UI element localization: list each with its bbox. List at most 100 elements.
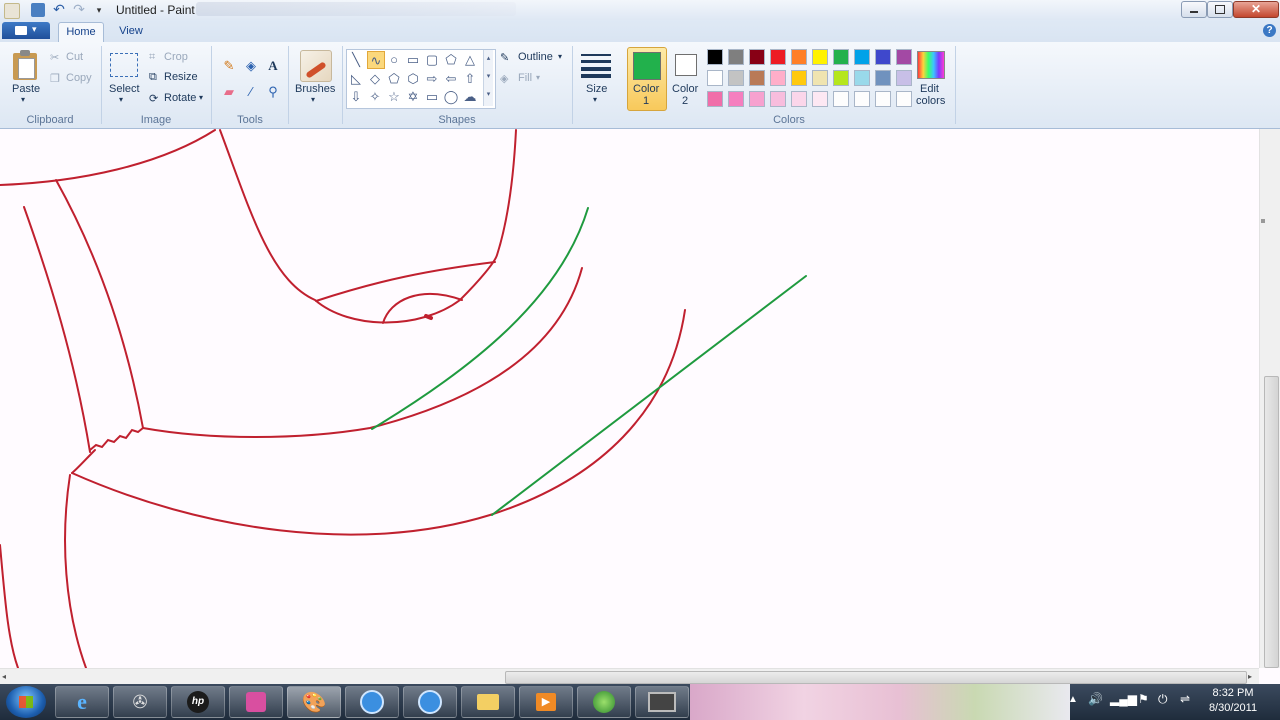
network-icon[interactable]: ▂▄▆: [1110, 692, 1137, 706]
paint-menu-button[interactable]: ▾: [2, 22, 50, 39]
palette-swatch[interactable]: [812, 91, 828, 107]
five-point-star-shape-icon[interactable]: ☆: [386, 88, 402, 104]
paste-button[interactable]: Paste: [12, 83, 40, 95]
left-arrow-shape-icon[interactable]: ⇦: [443, 70, 459, 86]
horizontal-scrollbar[interactable]: ◂ ▸: [0, 668, 1259, 685]
up-arrow-shape-icon[interactable]: ⇧: [462, 70, 478, 86]
palette-swatch[interactable]: [896, 70, 912, 86]
taskbar-explorer[interactable]: [461, 686, 515, 718]
start-orb[interactable]: [6, 686, 46, 718]
brushes-button[interactable]: Brushes: [295, 83, 335, 95]
palette-swatch[interactable]: [812, 49, 828, 65]
magnifier-icon[interactable]: ⚲: [264, 82, 282, 100]
rectangle-shape-icon[interactable]: ▭: [405, 51, 421, 67]
taskbar-onenote[interactable]: [229, 686, 283, 718]
color-picker-icon[interactable]: ⁄: [242, 82, 260, 100]
taskbar-app-blue-1[interactable]: [345, 686, 399, 718]
palette-swatch[interactable]: [896, 49, 912, 65]
hexagon-shape-icon[interactable]: ⬡: [405, 70, 421, 86]
horizontal-scroll-thumb[interactable]: [505, 671, 1247, 684]
oval-shape-icon[interactable]: ○: [386, 51, 402, 67]
eraser-icon[interactable]: ▰: [220, 82, 238, 100]
taskbar-app-blue-2[interactable]: [403, 686, 457, 718]
drawing-canvas[interactable]: [0, 129, 1259, 668]
triangle-shape-icon[interactable]: △: [462, 51, 478, 67]
cloud-callout-shape-icon[interactable]: ☁: [462, 88, 478, 104]
scroll-left-icon[interactable]: ◂: [2, 672, 6, 681]
palette-swatch[interactable]: [728, 49, 744, 65]
outline-button[interactable]: Outline: [518, 51, 553, 63]
select-button[interactable]: Select: [109, 83, 140, 95]
palette-swatch[interactable]: [770, 49, 786, 65]
tab-view[interactable]: View: [112, 22, 150, 41]
tab-home[interactable]: Home: [58, 22, 104, 42]
color2-label[interactable]: Color: [672, 83, 698, 95]
quick-access-dropdown-icon[interactable]: ▾: [92, 3, 106, 17]
palette-swatch[interactable]: [791, 49, 807, 65]
help-icon[interactable]: ?: [1263, 24, 1276, 37]
palette-swatch[interactable]: [770, 70, 786, 86]
pentagon-shape-icon[interactable]: ⬠: [386, 70, 402, 86]
palette-swatch[interactable]: [875, 49, 891, 65]
palette-swatch[interactable]: [707, 91, 723, 107]
palette-swatch[interactable]: [728, 70, 744, 86]
palette-swatch[interactable]: [707, 70, 723, 86]
vertical-scrollbar[interactable]: [1259, 129, 1280, 668]
scroll-right-icon[interactable]: ▸: [1248, 672, 1252, 681]
pencil-icon[interactable]: ✎: [220, 56, 238, 74]
show-hidden-icons-icon[interactable]: ▲: [1068, 694, 1078, 705]
palette-swatch[interactable]: [791, 70, 807, 86]
palette-swatch[interactable]: [791, 91, 807, 107]
taskbar-internet-explorer[interactable]: e: [55, 686, 109, 718]
palette-swatch[interactable]: [707, 49, 723, 65]
minimize-button[interactable]: [1181, 1, 1207, 18]
redo-icon[interactable]: ↷: [72, 2, 86, 17]
six-point-star-shape-icon[interactable]: ✡: [405, 88, 421, 104]
oval-callout-shape-icon[interactable]: ◯: [443, 88, 459, 104]
size-dropdown-icon[interactable]: ▾: [593, 95, 597, 104]
outline-dropdown-icon[interactable]: ▾: [558, 52, 562, 61]
fill-button[interactable]: Fill: [518, 72, 532, 84]
cut-button[interactable]: Cut: [66, 51, 83, 63]
taskbar-remote-desktop[interactable]: [635, 686, 689, 718]
taskbar-hp[interactable]: hp: [171, 686, 225, 718]
action-center-icon[interactable]: ⚑: [1138, 692, 1149, 706]
resize-button[interactable]: Resize: [164, 71, 198, 83]
palette-swatch[interactable]: [812, 70, 828, 86]
color2-swatch[interactable]: [675, 54, 697, 76]
close-button[interactable]: ✕: [1233, 1, 1279, 18]
rotate-button[interactable]: Rotate: [164, 92, 196, 104]
vertical-scroll-thumb[interactable]: [1264, 376, 1279, 668]
palette-swatch[interactable]: [875, 91, 891, 107]
copy-button[interactable]: Copy: [66, 72, 92, 84]
diamond-shape-icon[interactable]: ◇: [367, 70, 383, 86]
palette-swatch[interactable]: [875, 70, 891, 86]
palette-swatch[interactable]: [770, 91, 786, 107]
rotate-dropdown-icon[interactable]: ▾: [199, 93, 203, 102]
taskbar-game[interactable]: [577, 686, 631, 718]
palette-swatch[interactable]: [854, 49, 870, 65]
four-point-star-shape-icon[interactable]: ✧: [367, 88, 383, 104]
palette-swatch[interactable]: [854, 91, 870, 107]
safely-remove-icon[interactable]: ⇌: [1180, 692, 1190, 706]
line-shape-icon[interactable]: ╲: [348, 51, 364, 67]
rounded-rectangle-shape-icon[interactable]: ▢: [424, 51, 440, 67]
power-icon[interactable]: ⏻: [1158, 692, 1168, 707]
fill-bucket-icon[interactable]: ◈: [242, 56, 260, 74]
paste-dropdown-icon[interactable]: ▾: [21, 95, 25, 104]
restore-button[interactable]: [1207, 1, 1233, 18]
shapes-scroll[interactable]: ▴ ▾ ▾: [483, 50, 493, 106]
taskbar-paint[interactable]: 🎨: [287, 686, 341, 718]
save-icon[interactable]: [31, 3, 45, 17]
select-dropdown-icon[interactable]: ▾: [119, 95, 123, 104]
polygon-shape-icon[interactable]: ⬠: [443, 51, 459, 67]
palette-swatch[interactable]: [728, 91, 744, 107]
paint-app-icon[interactable]: [4, 3, 20, 19]
curve-shape-icon[interactable]: ∿: [367, 51, 385, 69]
system-clock[interactable]: 8:32 PM 8/30/2011: [1200, 686, 1266, 716]
text-tool-icon[interactable]: A: [264, 56, 282, 74]
crop-button[interactable]: Crop: [164, 51, 188, 63]
palette-swatch[interactable]: [749, 49, 765, 65]
palette-swatch[interactable]: [896, 91, 912, 107]
rounded-callout-shape-icon[interactable]: ▭: [424, 88, 440, 104]
